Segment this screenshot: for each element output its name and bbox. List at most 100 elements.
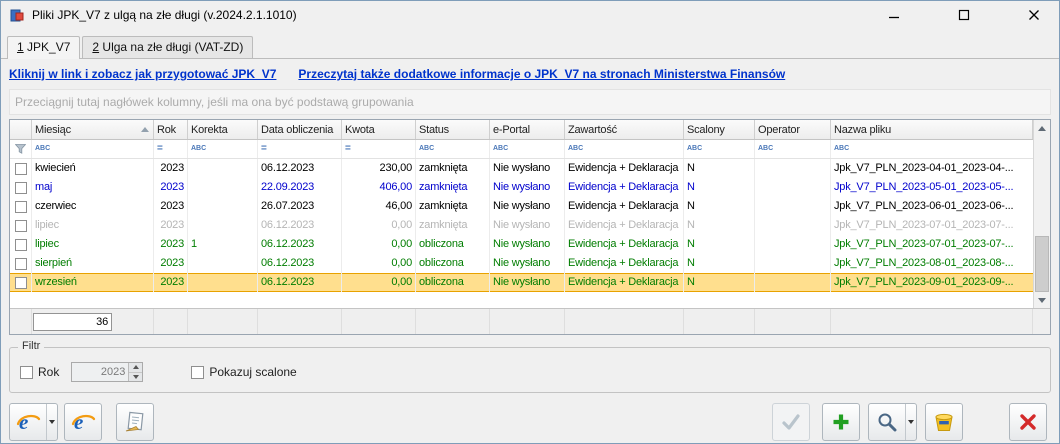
checkbox-box[interactable] [20, 366, 33, 379]
filter-cell-rok[interactable]: = [154, 140, 188, 158]
send-declaration-button[interactable] [116, 403, 154, 441]
row-select-cell[interactable] [10, 273, 32, 292]
minimize-button[interactable] [879, 4, 909, 26]
column-title: e-Portal [493, 124, 530, 136]
column-title: Rok [157, 124, 176, 136]
column-header-select[interactable] [10, 120, 32, 139]
rok-checkbox[interactable]: Rok [20, 365, 59, 379]
arrow-down-icon [133, 375, 139, 379]
abc-filter-icon: ABC [568, 140, 583, 158]
accept-button[interactable] [772, 403, 810, 441]
group-by-panel[interactable]: Przeciągnij tutaj nagłówek kolumny, jeśl… [9, 89, 1051, 115]
tab-content: Kliknij w link i zobacz jak przygotować … [1, 65, 1059, 441]
filter-cell-scalony[interactable]: ABC [684, 140, 755, 158]
row-checkbox[interactable] [15, 258, 27, 270]
row-select-cell[interactable] [10, 235, 32, 254]
row-checkbox[interactable] [15, 239, 27, 251]
cell-rok: 2023 [154, 216, 188, 235]
table-row[interactable]: wrzesień202306.12.20230,00obliczonaNie w… [10, 273, 1033, 292]
scroll-thumb[interactable] [1035, 236, 1049, 292]
cell-e-portal: Nie wysłano [490, 216, 565, 235]
row-select-cell[interactable] [10, 178, 32, 197]
column-header-e-portal[interactable]: e-Portal [490, 120, 565, 139]
column-header-zawartosc[interactable]: Zawartość [565, 120, 684, 139]
cell-status: obliczona [416, 273, 490, 292]
row-checkbox[interactable] [15, 220, 27, 232]
row-checkbox[interactable] [15, 277, 27, 289]
add-button[interactable] [822, 403, 860, 441]
filter-cell-status[interactable]: ABC [416, 140, 490, 158]
filter-panel: Filtr Rok 2023 Pokazuj scalone [9, 347, 1051, 393]
cell-kwota: 0,00 [342, 254, 416, 273]
row-select-cell[interactable] [10, 254, 32, 273]
dropdown-arrow-icon[interactable] [46, 404, 57, 440]
cell-korekta: 1 [188, 235, 258, 254]
column-header-korekta[interactable]: Korekta [188, 120, 258, 139]
close-button[interactable] [1019, 4, 1049, 26]
filter-cell-zawartosc[interactable]: ABC [565, 140, 684, 158]
open-jpk-button[interactable]: e [64, 403, 102, 441]
maximize-button[interactable] [949, 4, 979, 26]
scroll-down-button[interactable] [1034, 292, 1050, 308]
cell-e-portal: Nie wysłano [490, 197, 565, 216]
table-row[interactable]: lipiec2023106.12.20230,00obliczonaNie wy… [10, 235, 1033, 254]
column-header-nazwa-pliku[interactable]: Nazwa pliku [831, 120, 1033, 139]
filter-cell-kwota[interactable]: = [342, 140, 416, 158]
cell-korekta [188, 273, 258, 292]
table-row[interactable]: sierpień202306.12.20230,00obliczonaNie w… [10, 254, 1033, 273]
vertical-scrollbar[interactable] [1033, 120, 1050, 308]
close-x-icon [1010, 404, 1046, 440]
table-row[interactable]: lipiec202306.12.20230,00zamkniętaNie wys… [10, 216, 1033, 235]
close-window-button[interactable] [1009, 403, 1047, 441]
row-checkbox[interactable] [15, 182, 27, 194]
link-how-to-prepare-jpk[interactable]: Kliknij w link i zobacz jak przygotować … [9, 67, 276, 81]
pokazuj-scalone-checkbox[interactable]: Pokazuj scalone [191, 365, 296, 379]
column-header-kwota[interactable]: Kwota [342, 120, 416, 139]
filter-cell-e-portal[interactable]: ABC [490, 140, 565, 158]
filter-row-indicator-cell[interactable] [10, 140, 32, 158]
footer-cell-miesiac: 36 [32, 309, 154, 334]
link-ministry-info[interactable]: Przeczytaj także dodatkowe informacje o … [298, 67, 785, 81]
ie-globe-icon: e [10, 404, 46, 440]
filter-cell-miesiac[interactable]: ABC [32, 140, 154, 158]
grid-body: kwiecień202306.12.2023230,00zamkniętaNie… [10, 159, 1033, 308]
tab-ulga-vat-zd[interactable]: 2 Ulga na złe długi (VAT-ZD) [82, 36, 253, 58]
table-row[interactable]: maj202322.09.2023406,00zamkniętaNie wysł… [10, 178, 1033, 197]
column-header-status[interactable]: Status [416, 120, 490, 139]
scroll-track[interactable] [1034, 136, 1050, 292]
column-header-scalony[interactable]: Scalony [684, 120, 755, 139]
view-button[interactable] [868, 403, 917, 441]
row-checkbox[interactable] [15, 163, 27, 175]
cell-miesiac: wrzesień [32, 273, 154, 292]
scroll-up-button[interactable] [1034, 120, 1050, 136]
filter-cell-korekta[interactable]: ABC [188, 140, 258, 158]
spin-up-button[interactable] [129, 363, 142, 372]
row-select-cell[interactable] [10, 159, 32, 178]
row-select-cell[interactable] [10, 197, 32, 216]
row-checkbox[interactable] [15, 201, 27, 213]
svg-text:e: e [19, 410, 28, 434]
cell-zawartosc: Ewidencja + Deklaracja [565, 254, 684, 273]
export-basket-button[interactable] [925, 403, 963, 441]
table-row[interactable]: czerwiec202326.07.202346,00zamkniętaNie … [10, 197, 1033, 216]
spin-down-button[interactable] [129, 372, 142, 382]
cell-nazwa-pliku: Jpk_V7_PLN_2023-09-01_2023-09-... [831, 273, 1033, 292]
cell-miesiac: lipiec [32, 235, 154, 254]
filter-cell-operator[interactable]: ABC [755, 140, 831, 158]
filter-cell-nazwa-pliku[interactable]: ABC [831, 140, 1033, 158]
cell-e-portal: Nie wysłano [490, 273, 565, 292]
checkbox-box[interactable] [191, 366, 204, 379]
rok-spinner[interactable]: 2023 [71, 362, 143, 382]
group-by-hint: Przeciągnij tutaj nagłówek kolumny, jeśl… [15, 95, 414, 109]
dropdown-arrow-icon[interactable] [905, 404, 916, 440]
column-header-rok[interactable]: Rok [154, 120, 188, 139]
tab-jpk-v7[interactable]: 1 JPK_V7 [7, 36, 80, 59]
tabstrip: 1 JPK_V7 2 Ulga na złe długi (VAT-ZD) [1, 29, 1059, 59]
export-jpk-button[interactable]: e [9, 403, 58, 441]
column-header-operator[interactable]: Operator [755, 120, 831, 139]
column-header-data-obliczenia[interactable]: Data obliczenia [258, 120, 342, 139]
filter-cell-data-obliczenia[interactable]: = [258, 140, 342, 158]
column-header-miesiac[interactable]: Miesiąc [32, 120, 154, 139]
table-row[interactable]: kwiecień202306.12.2023230,00zamkniętaNie… [10, 159, 1033, 178]
row-select-cell[interactable] [10, 216, 32, 235]
